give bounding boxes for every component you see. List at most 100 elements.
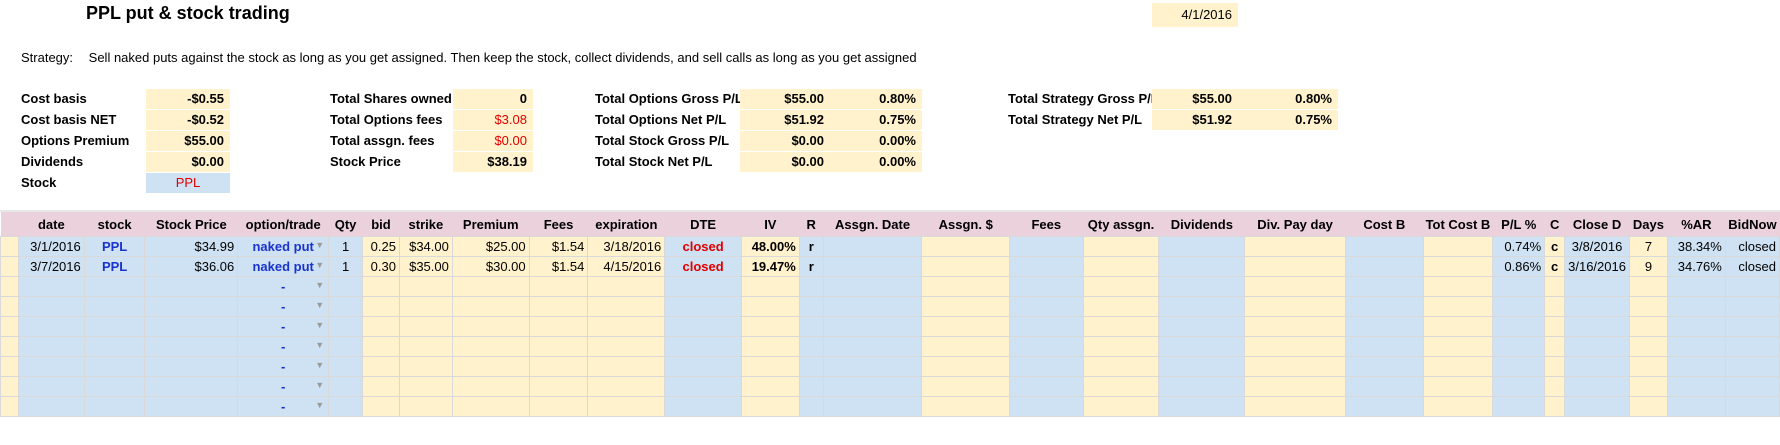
table-cell[interactable]: [1724, 276, 1780, 297]
table-cell[interactable]: [528, 296, 589, 317]
table-cell[interactable]: [1158, 296, 1246, 317]
table-cell[interactable]: [1544, 296, 1566, 317]
table-cell[interactable]: [1082, 236, 1160, 257]
table-cell[interactable]: [664, 356, 742, 377]
table-cell[interactable]: closed: [664, 236, 742, 257]
table-cell[interactable]: [83, 336, 146, 357]
summary-value[interactable]: $55.00: [740, 89, 830, 109]
table-cell[interactable]: [587, 276, 666, 297]
summary-value[interactable]: $3.08: [453, 110, 533, 130]
table-cell[interactable]: [1666, 336, 1726, 357]
summary-value[interactable]: PPL: [146, 173, 230, 193]
column-header[interactable]: Close D: [1564, 212, 1630, 237]
table-cell[interactable]: [587, 296, 666, 317]
table-cell[interactable]: [1158, 376, 1246, 397]
table-cell[interactable]: [144, 276, 239, 297]
table-cell[interactable]: - ▼: [237, 276, 330, 297]
table-cell[interactable]: 4/15/2016: [587, 256, 666, 277]
table-cell[interactable]: [1344, 396, 1424, 417]
dropdown-arrow-icon[interactable]: ▼: [315, 300, 324, 310]
table-cell[interactable]: 1: [328, 256, 364, 277]
table-cell[interactable]: 0.86%: [1492, 256, 1546, 277]
table-cell[interactable]: [362, 316, 400, 337]
table-cell[interactable]: [664, 396, 742, 417]
table-cell[interactable]: [1158, 276, 1246, 297]
table-cell[interactable]: [1009, 356, 1084, 377]
table-cell[interactable]: [144, 356, 239, 377]
table-cell[interactable]: [362, 336, 400, 357]
table-cell[interactable]: [1344, 376, 1424, 397]
table-cell[interactable]: c: [1544, 236, 1566, 257]
summary-percent[interactable]: 0.75%: [830, 110, 922, 130]
table-cell[interactable]: - ▼: [237, 356, 330, 377]
table-cell[interactable]: [587, 356, 666, 377]
table-cell[interactable]: $36.06: [144, 256, 239, 277]
table-cell[interactable]: [528, 316, 589, 337]
table-cell[interactable]: [362, 356, 400, 377]
table-cell[interactable]: [398, 296, 453, 317]
table-cell[interactable]: [1082, 376, 1160, 397]
table-cell[interactable]: [1544, 376, 1566, 397]
table-cell[interactable]: [1724, 296, 1780, 317]
table-cell[interactable]: [17, 276, 85, 297]
table-cell[interactable]: [664, 376, 742, 397]
table-cell[interactable]: [451, 316, 530, 337]
table-cell[interactable]: [328, 396, 364, 417]
table-cell[interactable]: [398, 376, 453, 397]
column-header[interactable]: C: [1544, 212, 1566, 237]
table-cell[interactable]: [664, 316, 742, 337]
table-cell[interactable]: [740, 336, 800, 357]
column-header[interactable]: Qty: [328, 212, 364, 237]
summary-value[interactable]: $51.92: [740, 110, 830, 130]
summary-percent[interactable]: 0.75%: [1238, 110, 1338, 130]
summary-percent[interactable]: 0.00%: [830, 131, 922, 151]
summary-value[interactable]: 0: [453, 89, 533, 109]
column-header[interactable]: P/L %: [1492, 212, 1546, 237]
table-cell[interactable]: 0.30: [362, 256, 400, 277]
summary-value[interactable]: $55.00: [1152, 89, 1238, 109]
table-cell[interactable]: [587, 396, 666, 417]
table-cell[interactable]: [528, 336, 589, 357]
table-cell[interactable]: [1244, 356, 1346, 377]
table-cell[interactable]: 1: [328, 236, 364, 257]
table-cell[interactable]: [83, 276, 146, 297]
table-cell[interactable]: [1492, 296, 1546, 317]
table-cell[interactable]: [1244, 256, 1346, 277]
table-cell[interactable]: [1082, 336, 1160, 357]
table-cell[interactable]: [144, 336, 239, 357]
table-cell[interactable]: [921, 296, 1011, 317]
column-header[interactable]: strike: [399, 212, 453, 237]
table-cell[interactable]: [1628, 376, 1668, 397]
table-cell[interactable]: [451, 276, 530, 297]
summary-value[interactable]: $51.92: [1152, 110, 1238, 130]
table-cell[interactable]: [362, 396, 400, 417]
table-cell[interactable]: [1082, 316, 1160, 337]
table-cell[interactable]: 3/1/2016: [17, 236, 85, 257]
table-cell[interactable]: [1422, 316, 1494, 337]
dropdown-arrow-icon[interactable]: ▼: [315, 360, 324, 370]
table-cell[interactable]: [1344, 236, 1424, 257]
table-cell[interactable]: [1492, 276, 1546, 297]
table-cell[interactable]: [1344, 356, 1424, 377]
table-cell[interactable]: [1158, 356, 1246, 377]
table-cell[interactable]: [17, 296, 85, 317]
table-cell[interactable]: 19.47%: [740, 256, 800, 277]
dropdown-arrow-icon[interactable]: ▼: [315, 340, 324, 350]
table-cell[interactable]: [822, 276, 923, 297]
table-cell[interactable]: [144, 396, 239, 417]
table-cell[interactable]: [398, 316, 453, 337]
column-header[interactable]: BidNow: [1725, 212, 1780, 237]
table-cell[interactable]: [1009, 276, 1084, 297]
table-cell[interactable]: 7: [1628, 236, 1668, 257]
table-cell[interactable]: 9: [1628, 256, 1668, 277]
column-header[interactable]: Fees: [1009, 212, 1084, 237]
table-cell[interactable]: [822, 356, 923, 377]
table-cell[interactable]: [451, 336, 530, 357]
column-header[interactable]: option/trade: [237, 212, 330, 237]
table-cell[interactable]: [587, 376, 666, 397]
table-cell[interactable]: [1422, 396, 1494, 417]
table-cell[interactable]: [1564, 396, 1630, 417]
dropdown-arrow-icon[interactable]: ▼: [315, 380, 324, 390]
column-header[interactable]: Stock Price: [144, 212, 239, 237]
table-cell[interactable]: [587, 316, 666, 337]
